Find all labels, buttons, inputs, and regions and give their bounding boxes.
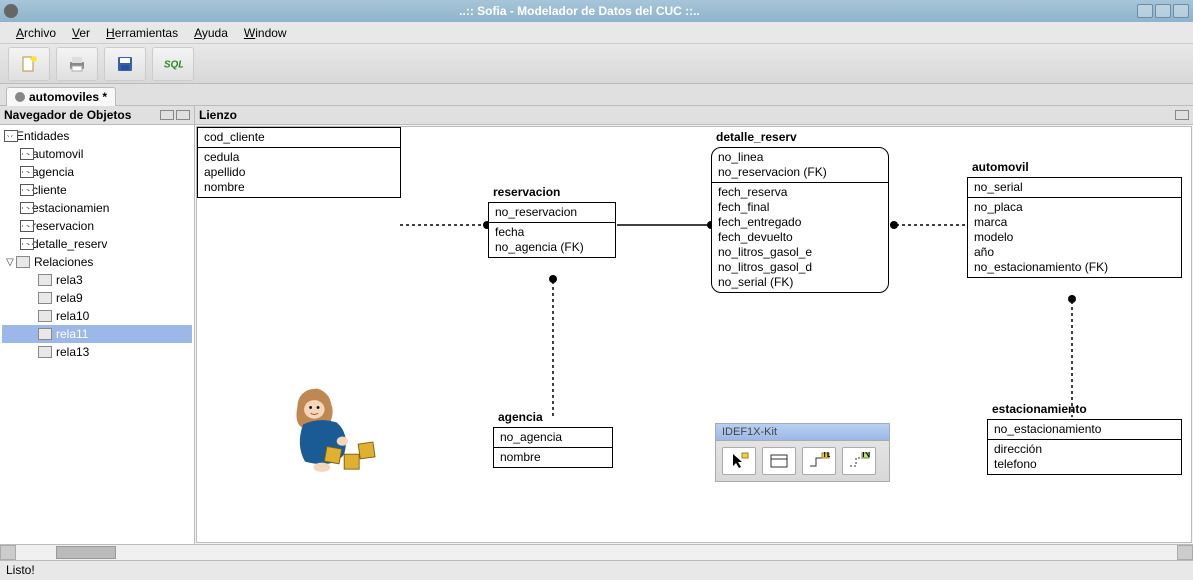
kit-relation-id-tool[interactable]: ID xyxy=(802,447,836,475)
tabbar: automoviles * xyxy=(0,84,1193,106)
scroll-thumb[interactable] xyxy=(56,546,116,559)
object-tree: ▽Entidades ▷automovil▷agencia▷cliente▷es… xyxy=(0,125,194,544)
print-button[interactable] xyxy=(59,50,95,78)
new-file-button[interactable] xyxy=(11,50,47,78)
canvas-title: Lienzo xyxy=(199,108,237,122)
tree-relation-rela10[interactable]: rela10 xyxy=(2,307,192,325)
entity-estacionamiento[interactable]: estacionamiento no_estacionamiento direc… xyxy=(987,419,1182,475)
status-text: Listo! xyxy=(6,563,35,577)
entity-reservacion[interactable]: reservacion no_reservacion fecha no_agen… xyxy=(488,202,616,258)
idef1x-kit-palette[interactable]: IDEF1X-Kit ID NID xyxy=(715,423,890,482)
toolbar: SQL xyxy=(0,44,1193,84)
tree-node-entidades[interactable]: ▽Entidades xyxy=(2,127,192,145)
close-button[interactable] xyxy=(1173,4,1189,18)
entity-estacionamiento-title: estacionamiento xyxy=(992,402,1087,416)
tree-entity-reservacion[interactable]: ▷reservacion xyxy=(2,217,192,235)
kit-relation-nid-tool[interactable]: NID xyxy=(842,447,876,475)
tree-relation-rela9[interactable]: rela9 xyxy=(2,289,192,307)
canvas-expand-icon[interactable] xyxy=(1175,110,1189,120)
tab-label: automoviles * xyxy=(29,90,107,104)
panel-close-icon[interactable] xyxy=(176,110,190,120)
tree-relation-rela11[interactable]: rela11 xyxy=(2,325,192,343)
kit-title: IDEF1X-Kit xyxy=(716,424,889,441)
menu-archivo[interactable]: Archivo xyxy=(8,24,64,42)
tab-automoviles[interactable]: automoviles * xyxy=(6,87,116,106)
menubar: Archivo Ver Herramientas Ayuda Window xyxy=(0,22,1193,44)
tree-entity-detalle_reserv[interactable]: ▷detalle_reserv xyxy=(2,235,192,253)
canvas-title-bar: Lienzo xyxy=(195,106,1193,125)
entity-agencia-title: agencia xyxy=(498,410,543,424)
titlebar: ..:: Sofia - Modelador de Datos del CUC … xyxy=(0,0,1193,22)
tree-relation-rela13[interactable]: rela13 xyxy=(2,343,192,361)
sidebar-title: Navegador de Objetos xyxy=(0,106,194,125)
scroll-right-arrow[interactable] xyxy=(1177,545,1193,560)
svg-text:ID: ID xyxy=(823,452,830,460)
tree-entity-estacionamien[interactable]: ▷estacionamien xyxy=(2,199,192,217)
svg-text:SQL: SQL xyxy=(164,59,183,70)
sql-button[interactable]: SQL xyxy=(155,50,191,78)
entity-automovil[interactable]: automovil no_serial no_placa marca model… xyxy=(967,177,1182,278)
entity-reservacion-title: reservacion xyxy=(493,185,560,199)
menu-window[interactable]: Window xyxy=(236,24,295,42)
minimize-button[interactable] xyxy=(1137,4,1153,18)
entity-detalle-reserv-title: detalle_reserv xyxy=(716,130,797,144)
kit-entity-tool[interactable] xyxy=(762,447,796,475)
tree-node-relaciones[interactable]: ▽Relaciones xyxy=(2,253,192,271)
menu-ayuda[interactable]: Ayuda xyxy=(186,24,236,42)
horizontal-scrollbar[interactable] xyxy=(0,544,1193,560)
statusbar: Listo! xyxy=(0,560,1193,580)
entity-cliente[interactable]: cliente cod_cliente cedula apellido nomb… xyxy=(197,127,401,198)
entity-agencia[interactable]: agencia no_agencia nombre xyxy=(493,427,613,468)
canvas[interactable]: cliente cod_cliente cedula apellido nomb… xyxy=(196,126,1192,543)
entity-automovil-title: automovil xyxy=(972,160,1029,174)
menu-herramientas[interactable]: Herramientas xyxy=(98,24,186,42)
svg-text:NID: NID xyxy=(862,452,870,460)
mascot-illustration xyxy=(277,375,389,483)
maximize-button[interactable] xyxy=(1155,4,1171,18)
sidebar: Navegador de Objetos ▽Entidades ▷automov… xyxy=(0,106,195,544)
scroll-left-arrow[interactable] xyxy=(0,545,16,560)
tree-entity-automovil[interactable]: ▷automovil xyxy=(2,145,192,163)
tree-entity-agencia[interactable]: ▷agencia xyxy=(2,163,192,181)
entity-detalle-reserv[interactable]: detalle_reserv no_linea no_reservacion (… xyxy=(711,147,889,293)
panel-expand-icon[interactable] xyxy=(160,110,174,120)
tree-entity-cliente[interactable]: ▷cliente xyxy=(2,181,192,199)
save-button[interactable] xyxy=(107,50,143,78)
tree-relation-rela3[interactable]: rela3 xyxy=(2,271,192,289)
tab-icon xyxy=(15,92,25,102)
window-title: ..:: Sofia - Modelador de Datos del CUC … xyxy=(24,4,1135,18)
menu-ver[interactable]: Ver xyxy=(64,24,98,42)
kit-select-tool[interactable] xyxy=(722,447,756,475)
app-icon xyxy=(4,4,18,18)
